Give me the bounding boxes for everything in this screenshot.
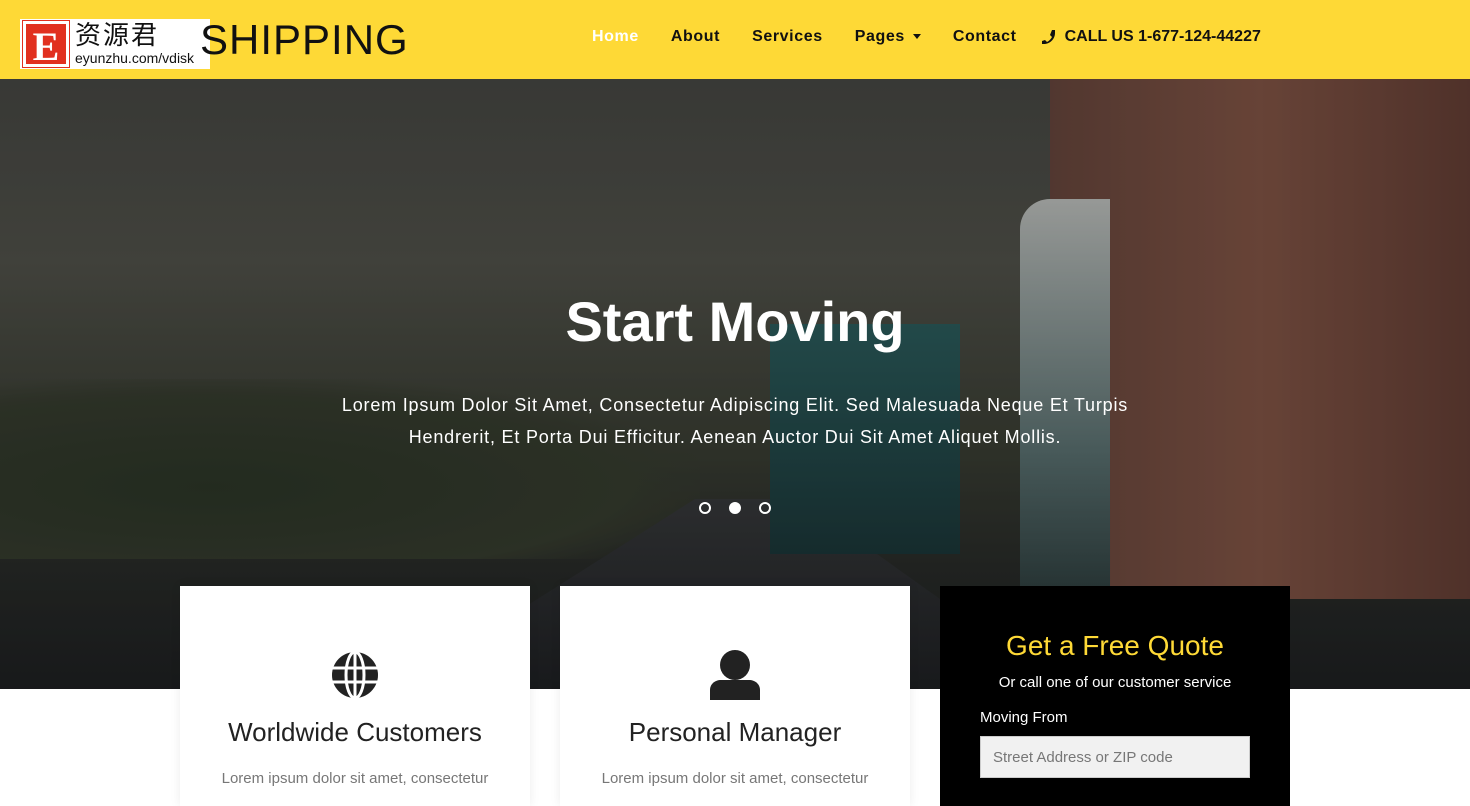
feature-card-manager: Personal Manager Lorem ipsum dolor sit a… [560, 586, 910, 806]
phone-icon [1041, 30, 1055, 44]
user-icon [710, 650, 760, 700]
logo-text: 资源君 [75, 21, 160, 51]
slider-dots [699, 502, 771, 514]
nav-pages[interactable]: Pages [839, 28, 937, 46]
call-us[interactable]: CALL US 1-677-124-44227 [1041, 28, 1261, 46]
quote-form: Get a Free Quote Or call one of our cust… [940, 586, 1290, 806]
moving-from-input[interactable] [980, 736, 1250, 778]
card-title: Worldwide Customers [228, 717, 482, 747]
feature-card-worldwide: Worldwide Customers Lorem ipsum dolor si… [180, 586, 530, 806]
nav-services[interactable]: Services [736, 28, 839, 46]
logo-url: eyunzhu.com/vdisk [75, 50, 195, 66]
hero-subtitle: Lorem Ipsum Dolor Sit Amet, Consectetur … [341, 395, 1129, 447]
slider-dot-1[interactable] [699, 502, 711, 514]
quote-title: Get a Free Quote [1006, 630, 1224, 661]
brand-name[interactable]: SHIPPING [200, 16, 409, 64]
nav-about[interactable]: About [655, 28, 736, 46]
caret-down-icon [912, 34, 921, 40]
hero-title: Start Moving [565, 290, 905, 353]
globe-icon [332, 650, 378, 700]
header: E 资源君 eyunzhu.com/vdisk SHIPPING Home Ab… [0, 0, 1470, 79]
watermark-logo: E 资源君 eyunzhu.com/vdisk [20, 19, 210, 69]
quote-subtitle: Or call one of our customer service [998, 674, 1232, 691]
slider-dot-3[interactable] [759, 502, 771, 514]
card-text: Lorem ipsum dolor sit amet, consectetur [221, 770, 489, 787]
card-text: Lorem ipsum dolor sit amet, consectetur [601, 770, 869, 787]
nav-pages-label: Pages [854, 28, 905, 45]
logo-letter: E [22, 20, 70, 69]
moving-from-label: Moving From [980, 709, 1068, 726]
nav-home[interactable]: Home [576, 28, 655, 46]
main-nav: Home About Services Pages Contact CALL U… [576, 28, 1261, 46]
card-title: Personal Manager [628, 717, 842, 747]
slider-dot-2[interactable] [729, 502, 741, 514]
nav-contact[interactable]: Contact [937, 28, 1033, 46]
call-us-text: CALL US 1-677-124-44227 [1064, 28, 1261, 45]
